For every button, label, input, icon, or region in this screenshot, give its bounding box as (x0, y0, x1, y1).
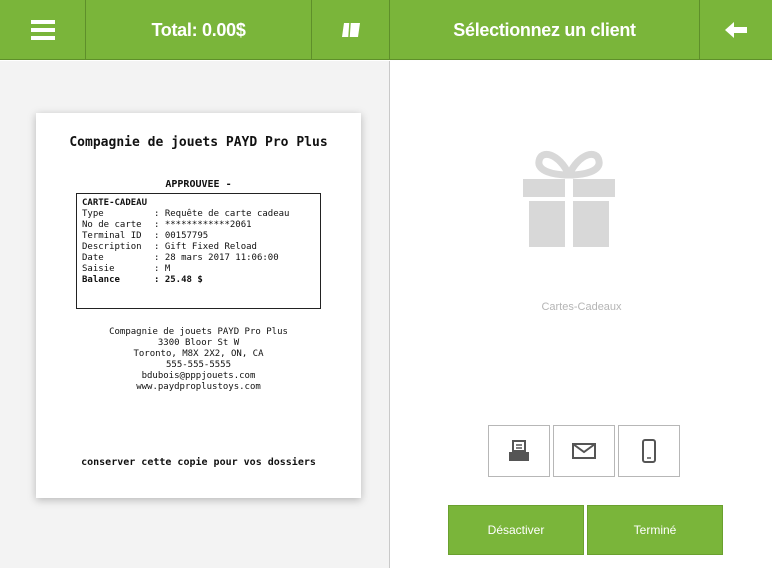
receipt-status: APPROUVEE - (165, 179, 232, 190)
row-value: : 00157795 (154, 231, 209, 241)
receipt-row: Description : Gift Fixed Reload (82, 242, 315, 253)
client-panel: Cartes-Cadeaux Désactiver Terminé (391, 61, 772, 568)
row-key: Description (82, 242, 142, 252)
receipt-company: Compagnie de jouets PAYD Pro Plus (69, 135, 328, 150)
receipt-panel: Compagnie de jouets PAYD Pro Plus APPROU… (0, 61, 390, 568)
address-line: 3300 Bloor St W (157, 338, 240, 348)
row-value: : M (154, 264, 171, 274)
deactivate-label: Désactiver (487, 523, 545, 537)
receipt-details: CARTE-CADEAU Type : Requête de carte cade… (76, 193, 321, 309)
select-client-button[interactable]: Sélectionnez un client (390, 0, 700, 60)
done-label: Terminé (633, 523, 677, 537)
row-value: : ************2061 (154, 220, 252, 230)
gift-cards-label: Cartes-Cadeaux (541, 301, 622, 313)
receipt-row: No de carte : ************2061 (82, 220, 315, 231)
address-line: Toronto, M8X 2X2, ON, CA (133, 349, 264, 359)
printer-icon (509, 440, 529, 461)
back-button[interactable] (700, 0, 772, 60)
receipt-row: Type : Requête de carte cadeau (82, 209, 315, 220)
arrow-left-icon (725, 22, 747, 38)
done-button[interactable]: Terminé (587, 505, 723, 555)
address-line: 555-555-5555 (165, 360, 232, 370)
row-key: Terminal ID (82, 231, 142, 241)
row-key: Type (82, 209, 104, 219)
cash-drawer-icon (341, 22, 360, 38)
deactivate-button[interactable]: Désactiver (448, 505, 584, 555)
receipt-card-title: CARTE-CADEAU (82, 198, 148, 208)
receipt-row: Saisie : M (82, 264, 315, 275)
print-receipt-button[interactable] (488, 425, 550, 477)
receipt-row-balance: Balance : 25.48 $ (82, 275, 315, 286)
total-label: Total: 0.00$ (151, 19, 246, 40)
receipt-row: Date : 28 mars 2017 11:06:00 (82, 253, 315, 264)
address-line: bdubois@pppjouets.com (141, 371, 256, 381)
address-line: Compagnie de jouets PAYD Pro Plus (109, 327, 288, 337)
address-line: www.paydproplustoys.com (136, 382, 261, 392)
hamburger-menu-icon (30, 20, 55, 40)
total-amount: Total: 0.00$ (86, 0, 312, 60)
row-key: Balance (82, 275, 120, 285)
row-key: Saisie (82, 264, 115, 274)
row-value: : Gift Fixed Reload (154, 242, 257, 252)
cash-drawer-button[interactable] (312, 0, 390, 60)
envelope-icon (572, 443, 596, 459)
menu-button[interactable] (0, 0, 86, 60)
receipt: Compagnie de jouets PAYD Pro Plus APPROU… (36, 113, 361, 498)
row-value: : 25.48 $ (154, 275, 203, 285)
mobile-phone-icon (642, 439, 656, 463)
gift-icon (523, 150, 615, 247)
row-key: Date (82, 253, 104, 263)
row-value: : 28 mars 2017 11:06:00 (154, 253, 279, 263)
email-receipt-button[interactable] (553, 425, 615, 477)
receipt-footer: conserver cette copie pour vos dossiers (81, 457, 316, 468)
top-bar: Total: 0.00$ Sélectionnez un client (0, 0, 772, 60)
receipt-row: Terminal ID : 00157795 (82, 231, 315, 242)
row-key: No de carte (82, 220, 142, 230)
sms-receipt-button[interactable] (618, 425, 680, 477)
select-client-label: Sélectionnez un client (453, 19, 636, 40)
row-value: : Requête de carte cadeau (154, 209, 290, 219)
receipt-address: Compagnie de jouets PAYD Pro Plus 3300 B… (36, 327, 361, 393)
